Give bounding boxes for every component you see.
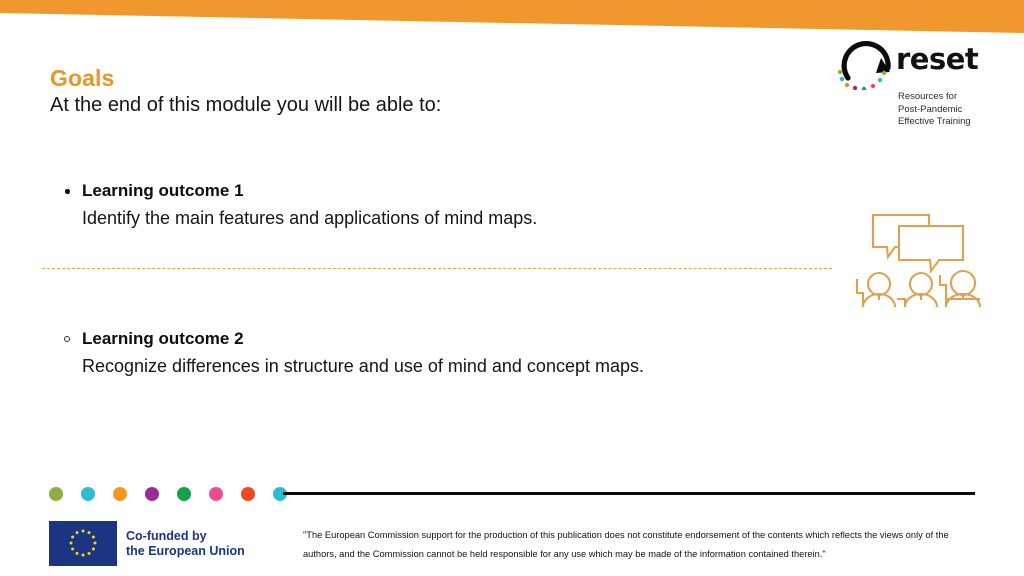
brand-dot <box>209 487 223 501</box>
page-title: Goals <box>50 65 115 91</box>
three-people-speech-bubbles-icon <box>855 213 982 307</box>
brand-dot <box>145 487 159 501</box>
disclaimer-text: "The European Commission support for the… <box>303 530 949 559</box>
eu-funding-label: Co-funded by the European Union <box>126 528 245 558</box>
learning-outcome-2: Learning outcome 2 Recognize differences… <box>60 328 644 378</box>
learning-outcome-1: Learning outcome 1 Identify the main fea… <box>60 180 537 230</box>
page-subtitle: At the end of this module you will be ab… <box>50 94 442 116</box>
outcome-1-heading: Learning outcome 1 <box>60 180 537 202</box>
reset-wordmark: reset <box>896 42 979 76</box>
outcome-2-heading: Learning outcome 2 <box>60 328 644 350</box>
brand-dot <box>81 487 95 501</box>
outcome-1-text: Identify the main features and applicati… <box>82 208 538 228</box>
eu-flag-icon <box>49 521 117 566</box>
footer-rule <box>283 492 975 495</box>
eu-funding-block: Co-funded by the European Union <box>49 521 245 566</box>
brand-dot-row <box>49 487 287 501</box>
dashed-divider <box>42 268 832 269</box>
reset-logo: reset Resources for Post-Pandemic Effect… <box>836 38 986 133</box>
slide-canvas: reset Resources for Post-Pandemic Effect… <box>0 0 1024 576</box>
brand-dot <box>113 487 127 501</box>
brand-dot <box>241 487 255 501</box>
outcome-2-text: Recognize differences in structure and u… <box>82 356 644 376</box>
top-orange-banner <box>0 0 1024 33</box>
brand-dot <box>49 487 63 501</box>
brand-dot <box>177 487 191 501</box>
reset-tagline: Resources for Post-Pandemic Effective Tr… <box>898 91 971 128</box>
